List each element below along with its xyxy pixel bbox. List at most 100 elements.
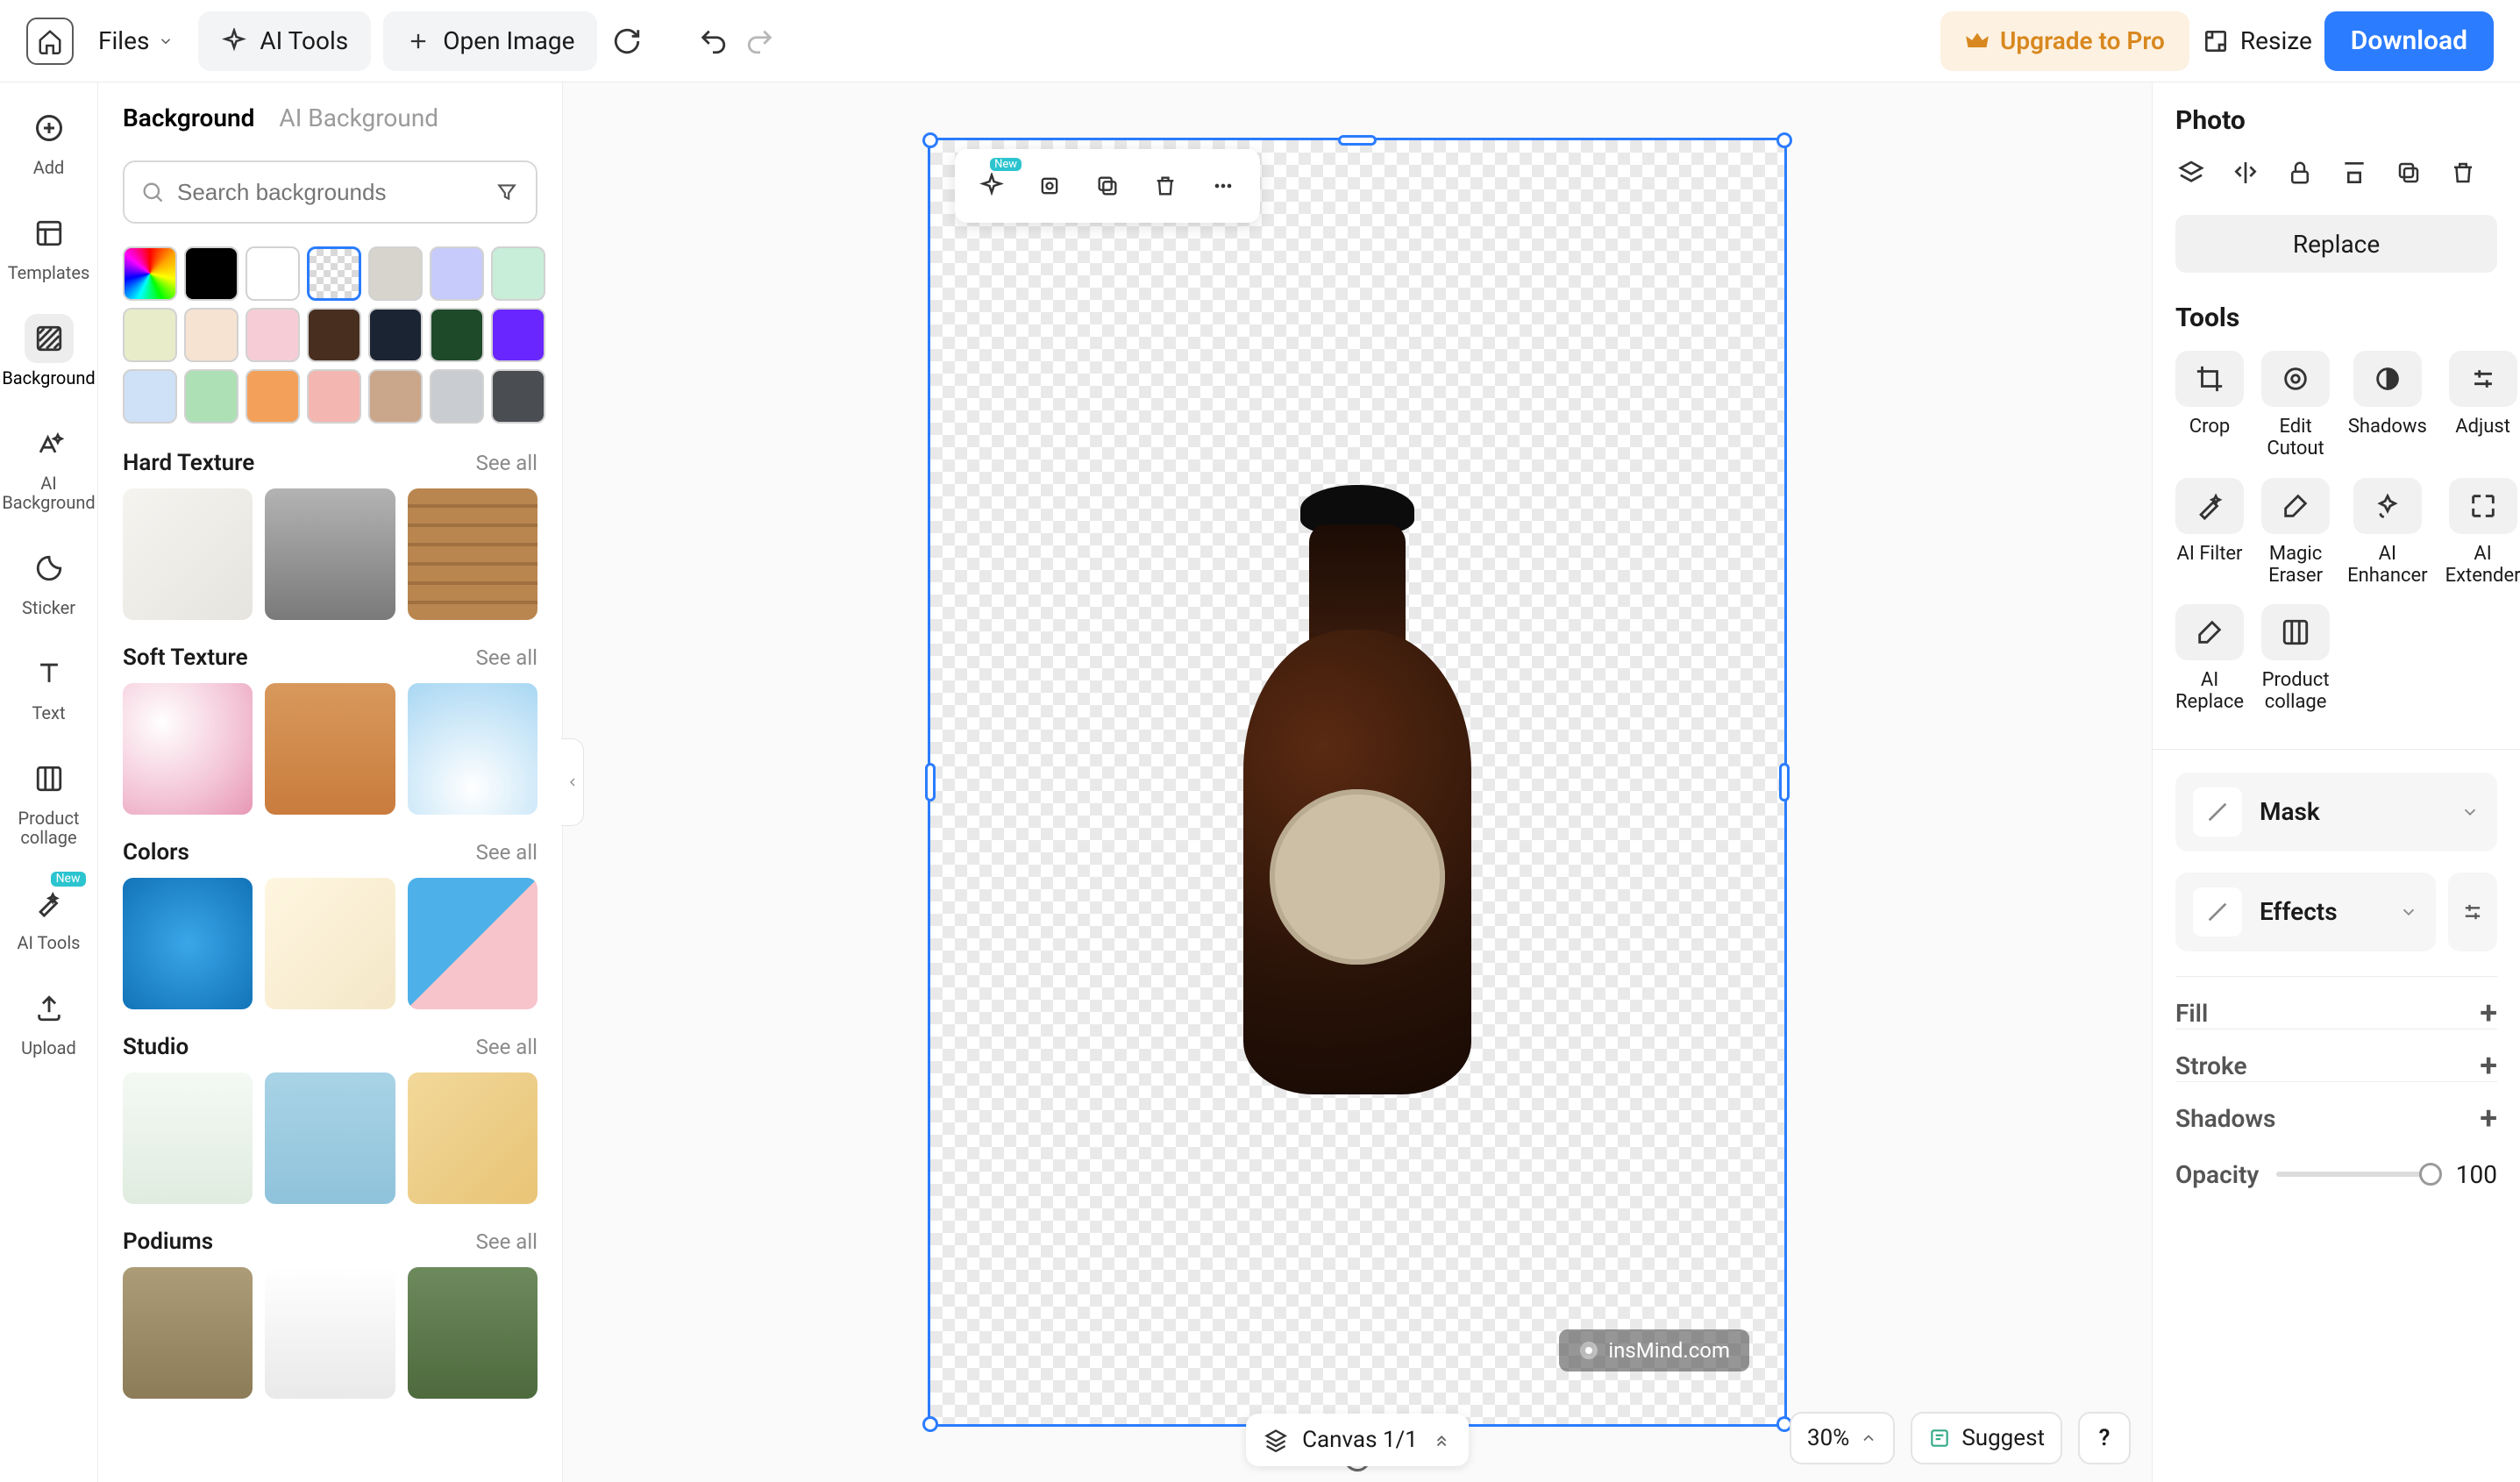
toolbar-ai[interactable]: New	[967, 161, 1016, 210]
rail-templates[interactable]: Templates	[5, 203, 93, 288]
opacity-slider[interactable]	[2276, 1172, 2431, 1177]
home-button[interactable]	[26, 18, 74, 65]
effects-settings[interactable]	[2448, 873, 2497, 951]
rail-sticker[interactable]: Sticker	[5, 538, 93, 623]
bg-thumb[interactable]	[265, 683, 395, 815]
swatch-color[interactable]	[123, 308, 177, 362]
swatch-color[interactable]	[307, 369, 361, 424]
bg-thumb[interactable]	[265, 488, 395, 620]
help-button[interactable]: ?	[2078, 1412, 2131, 1464]
tool-adjust[interactable]: Adjust	[2445, 351, 2520, 460]
swatch-color[interactable]	[184, 369, 238, 424]
bg-thumb[interactable]	[408, 878, 537, 1009]
redo-button[interactable]	[743, 24, 778, 59]
replace-button[interactable]: Replace	[2175, 215, 2497, 273]
canvas-pager[interactable]: Canvas 1/1	[1246, 1414, 1469, 1466]
ai-tools-button[interactable]: AI Tools	[198, 11, 371, 71]
mask-row[interactable]: Mask	[2175, 773, 2497, 851]
bg-thumb[interactable]	[265, 878, 395, 1009]
tool-ai-replace[interactable]: AI Replace	[2175, 604, 2244, 714]
fill-row[interactable]: Fill+	[2175, 976, 2497, 1023]
effects-row[interactable]: Effects	[2175, 873, 2436, 951]
collapse-left-panel[interactable]	[561, 738, 584, 826]
suggest-button[interactable]: Suggest	[1911, 1412, 2062, 1464]
canvas[interactable]: New	[928, 138, 1787, 1427]
resize-button[interactable]: Resize	[2202, 11, 2312, 71]
rail-product-collage[interactable]: Product collage	[5, 749, 93, 852]
rail-text[interactable]: Text	[5, 644, 93, 728]
stroke-row[interactable]: Stroke+	[2175, 1029, 2497, 1076]
tool-product-collage[interactable]: Product collage	[2261, 604, 2330, 714]
shadows-row[interactable]: Shadows+	[2175, 1081, 2497, 1129]
swatch-color[interactable]	[491, 246, 545, 301]
swatch-color[interactable]	[430, 246, 484, 301]
swatch-color[interactable]	[430, 369, 484, 424]
tool-shadows[interactable]: Shadows	[2347, 351, 2428, 460]
swatch-color[interactable]	[368, 369, 423, 424]
undo-button[interactable]	[695, 24, 730, 59]
photo-layer-bottle[interactable]	[1243, 630, 1471, 1094]
align-button[interactable]	[2338, 157, 2370, 189]
bg-thumb[interactable]	[265, 1072, 395, 1204]
upgrade-button[interactable]: Upgrade to Pro	[1940, 11, 2189, 71]
bg-thumb[interactable]	[265, 1267, 395, 1399]
bg-thumb[interactable]	[123, 683, 253, 815]
tool-crop[interactable]: Crop	[2175, 351, 2244, 460]
swatch-color[interactable]	[246, 369, 300, 424]
see-all-colors[interactable]: See all	[476, 840, 537, 865]
tool-magic-eraser[interactable]: Magic Eraser	[2261, 478, 2330, 588]
see-all-podiums[interactable]: See all	[476, 1229, 537, 1254]
rail-upload[interactable]: Upload	[5, 979, 93, 1063]
toolbar-more[interactable]	[1199, 161, 1248, 210]
swatch-color[interactable]	[491, 369, 545, 424]
tool-edit-cutout[interactable]: Edit Cutout	[2261, 351, 2330, 460]
search-backgrounds[interactable]	[123, 160, 537, 224]
bg-thumb[interactable]	[123, 1072, 253, 1204]
swatch-white[interactable]	[246, 246, 300, 301]
toolbar-crop[interactable]	[1025, 161, 1074, 210]
rail-ai-tools[interactable]: New AI Tools	[5, 873, 93, 958]
swatch-color[interactable]	[430, 308, 484, 362]
swatch-transparent[interactable]	[307, 246, 361, 301]
bg-thumb[interactable]	[408, 683, 537, 815]
bg-thumb[interactable]	[123, 878, 253, 1009]
toolbar-delete[interactable]	[1141, 161, 1190, 210]
files-menu[interactable]: Files	[86, 18, 186, 65]
layer-order-button[interactable]	[2175, 157, 2207, 189]
swatch-picker[interactable]	[123, 246, 177, 301]
search-input[interactable]	[177, 179, 481, 206]
swatch-black[interactable]	[184, 246, 238, 301]
bg-thumb[interactable]	[408, 1267, 537, 1399]
flip-button[interactable]	[2230, 157, 2261, 189]
sync-button[interactable]	[609, 24, 644, 59]
opacity-thumb[interactable]	[2419, 1163, 2442, 1186]
bg-thumb[interactable]	[408, 1072, 537, 1204]
download-button[interactable]: Download	[2324, 11, 2494, 71]
tool-ai-extender[interactable]: AI Extender	[2445, 478, 2520, 588]
see-all-hard[interactable]: See all	[476, 451, 537, 475]
toolbar-duplicate[interactable]	[1083, 161, 1132, 210]
rail-add[interactable]: Add	[5, 98, 93, 182]
tab-ai-background[interactable]: AI Background	[279, 103, 438, 138]
open-image-button[interactable]: Open Image	[383, 11, 597, 71]
zoom-control[interactable]: 30%	[1790, 1412, 1895, 1464]
lock-button[interactable]	[2284, 157, 2316, 189]
swatch-color[interactable]	[491, 308, 545, 362]
delete-button[interactable]	[2447, 157, 2479, 189]
bg-thumb[interactable]	[408, 488, 537, 620]
bg-thumb[interactable]	[123, 1267, 253, 1399]
swatch-color[interactable]	[368, 308, 423, 362]
swatch-color[interactable]	[184, 308, 238, 362]
bg-thumb[interactable]	[123, 488, 253, 620]
see-all-soft[interactable]: See all	[476, 645, 537, 670]
filter-button[interactable]	[494, 179, 520, 205]
rail-ai-background[interactable]: AI Background	[5, 414, 93, 517]
swatch-color[interactable]	[368, 246, 423, 301]
swatch-color[interactable]	[246, 308, 300, 362]
swatch-color[interactable]	[123, 369, 177, 424]
rail-background[interactable]: Background	[5, 309, 93, 393]
duplicate-button[interactable]	[2393, 157, 2424, 189]
swatch-color[interactable]	[307, 308, 361, 362]
see-all-studio[interactable]: See all	[476, 1035, 537, 1059]
tool-ai-enhancer[interactable]: AI Enhancer	[2347, 478, 2428, 588]
